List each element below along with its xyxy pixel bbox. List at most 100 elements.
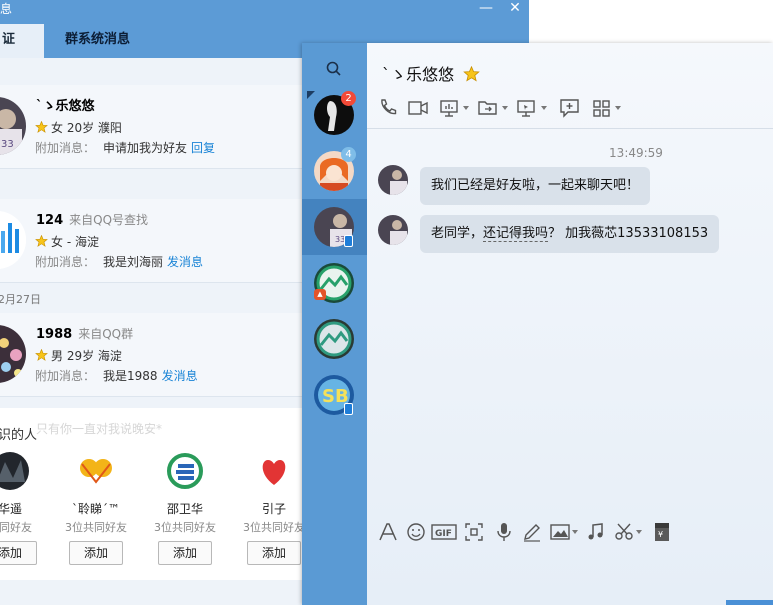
requester-details: 女 - 海淀	[51, 235, 99, 249]
requester-name[interactable]: 124	[36, 213, 63, 228]
mutual-friends: 3位共同好友	[65, 521, 127, 534]
svg-text:33: 33	[1, 139, 14, 150]
mobile-status-icon	[344, 235, 353, 247]
extra-message: 附加消息： 我是1988 发消息	[35, 367, 198, 384]
search-icon[interactable]	[324, 59, 344, 79]
minimize-button[interactable]: —	[475, 0, 497, 18]
avatar[interactable]	[0, 211, 26, 269]
friend-request-card: 33 `ゝ乐悠悠 女 20岁 濮阳 附加消息： 申请加我为好友 回复	[0, 85, 302, 169]
requester-name-row: 1988 来自QQ群	[36, 325, 133, 342]
chat-window: 2 4 33 ▲ SB `ゝ乐悠悠 13:49:59 我们已经是好友啦，一起来聊…	[302, 43, 773, 605]
conversation-item-active[interactable]: 33	[302, 199, 367, 255]
send-message-link[interactable]: 发消息	[162, 369, 198, 383]
close-button[interactable]: ✕	[504, 0, 526, 18]
pen-icon[interactable]	[521, 521, 543, 543]
microphone-icon[interactable]	[493, 521, 515, 543]
conversation-item[interactable]: ▲	[302, 255, 367, 311]
chevron-down-icon[interactable]	[615, 106, 621, 110]
extra-message-label: 附加消息：	[35, 369, 96, 383]
avatar[interactable]	[255, 452, 293, 490]
send-message-link[interactable]: 发消息	[167, 255, 203, 269]
chevron-down-icon[interactable]	[572, 530, 578, 534]
mutual-friends: 共同好友	[0, 521, 32, 534]
recommendation-name[interactable]: 华遥	[0, 500, 55, 517]
requester-name[interactable]: 1988	[36, 327, 72, 342]
image-icon[interactable]	[549, 521, 571, 543]
tag-icon: ▲	[314, 289, 326, 300]
extra-message: 附加消息： 申请加我为好友 回复	[35, 139, 215, 156]
remote-desktop-icon[interactable]	[516, 97, 538, 119]
avatar[interactable]	[0, 325, 26, 383]
unread-badge: 4	[341, 147, 356, 162]
extra-message-text: 我是1988	[103, 369, 158, 383]
svg-text:GIF: GIF	[435, 529, 452, 539]
tab-verification[interactable]: 证	[0, 24, 44, 58]
emoji-icon[interactable]	[405, 521, 427, 543]
reply-link[interactable]: 回复	[191, 141, 215, 155]
avatar[interactable]	[378, 165, 408, 195]
requester-name[interactable]: `ゝ乐悠悠	[36, 95, 95, 114]
extra-message-label: 附加消息：	[35, 255, 96, 269]
chat-panel: `ゝ乐悠悠 13:49:59 我们已经是好友啦，一起来聊天吧！ 老同学，还记得我…	[367, 43, 773, 605]
add-friend-button[interactable]: 添加	[247, 541, 301, 565]
add-friend-button[interactable]: 添加	[0, 541, 37, 565]
tab-group-system-messages[interactable]: 群系统消息	[65, 24, 130, 58]
desktop: 息 — ✕ 证 群系统消息 33 `ゝ乐悠悠 女 20岁 濮阳 附加消息： 申请加…	[0, 0, 773, 605]
extra-message-label: 附加消息：	[35, 141, 96, 155]
message-bubble[interactable]: 我们已经是好友啦，一起来聊天吧！	[420, 167, 651, 205]
contact-name[interactable]: `ゝ乐悠悠	[382, 65, 454, 84]
star-icon	[35, 235, 48, 247]
requester-details: 女 20岁 濮阳	[51, 121, 122, 135]
extra-message-text: 申请加我为好友	[103, 141, 188, 155]
add-friend-button[interactable]: 添加	[158, 541, 212, 565]
avatar[interactable]	[378, 215, 408, 245]
conversation-item[interactable]: 2	[302, 87, 367, 143]
conversation-item[interactable]: 4	[302, 143, 367, 199]
requester-info: 女 20岁 濮阳	[35, 119, 122, 136]
message-timestamp: 13:49:59	[609, 146, 663, 160]
font-icon[interactable]	[377, 521, 399, 543]
scissors-icon[interactable]	[613, 521, 635, 543]
video-call-icon[interactable]	[407, 97, 429, 119]
star-icon	[35, 121, 48, 133]
screen-share-icon[interactable]	[439, 97, 461, 119]
message-input[interactable]	[367, 551, 773, 605]
conversation-item[interactable]: SB	[302, 367, 367, 423]
requester-details: 男 29岁 海淀	[51, 349, 122, 363]
chevron-down-icon[interactable]	[463, 106, 469, 110]
message-text: 我们已经是好友啦，一起来聊天吧！	[431, 178, 640, 193]
conversation-item[interactable]	[302, 311, 367, 367]
chevron-down-icon[interactable]	[502, 106, 508, 110]
pin-marker	[307, 91, 315, 99]
request-source: 来自QQ号查找	[69, 213, 149, 227]
unread-badge: 2	[341, 91, 356, 106]
recommendation-name[interactable]: 邵卫华	[140, 500, 230, 517]
chevron-down-icon[interactable]	[541, 106, 547, 110]
chat-title: `ゝ乐悠悠	[382, 61, 480, 85]
message-bubble[interactable]: 老同学，还记得我吗？ 加我薇芯13533108153	[420, 215, 720, 253]
avatar[interactable]: 33	[0, 97, 26, 155]
avatar[interactable]	[166, 452, 204, 490]
requester-info: 女 - 海淀	[35, 233, 99, 250]
date-separator: 2月27日	[0, 293, 41, 306]
add-friend-button[interactable]: 添加	[69, 541, 123, 565]
screenshot-icon[interactable]	[463, 521, 485, 543]
phone-icon[interactable]	[377, 97, 399, 119]
apps-grid-icon[interactable]	[591, 97, 613, 119]
send-button[interactable]	[726, 600, 773, 605]
friend-request-card: 1988 来自QQ群 男 29岁 海淀 附加消息： 我是1988 发消息	[0, 313, 302, 397]
message-text-part: ？ 加我薇芯13533108153	[548, 226, 709, 241]
conversation-sidebar: 2 4 33 ▲ SB	[302, 43, 367, 605]
star-icon	[463, 66, 480, 82]
red-packet-icon[interactable]: ¥	[651, 521, 673, 543]
star-icon	[35, 349, 48, 361]
avatar[interactable]	[77, 452, 115, 490]
file-transfer-icon[interactable]	[477, 97, 499, 119]
mutual-friends: 3位共同好友	[154, 521, 216, 534]
extra-message-text: 我是刘海丽	[103, 255, 164, 269]
add-chat-icon[interactable]	[559, 97, 581, 119]
music-icon[interactable]	[585, 521, 607, 543]
chevron-down-icon[interactable]	[636, 530, 642, 534]
gif-icon[interactable]: GIF	[431, 521, 457, 543]
recommendation-name[interactable]: `聆睇´™	[51, 500, 141, 517]
